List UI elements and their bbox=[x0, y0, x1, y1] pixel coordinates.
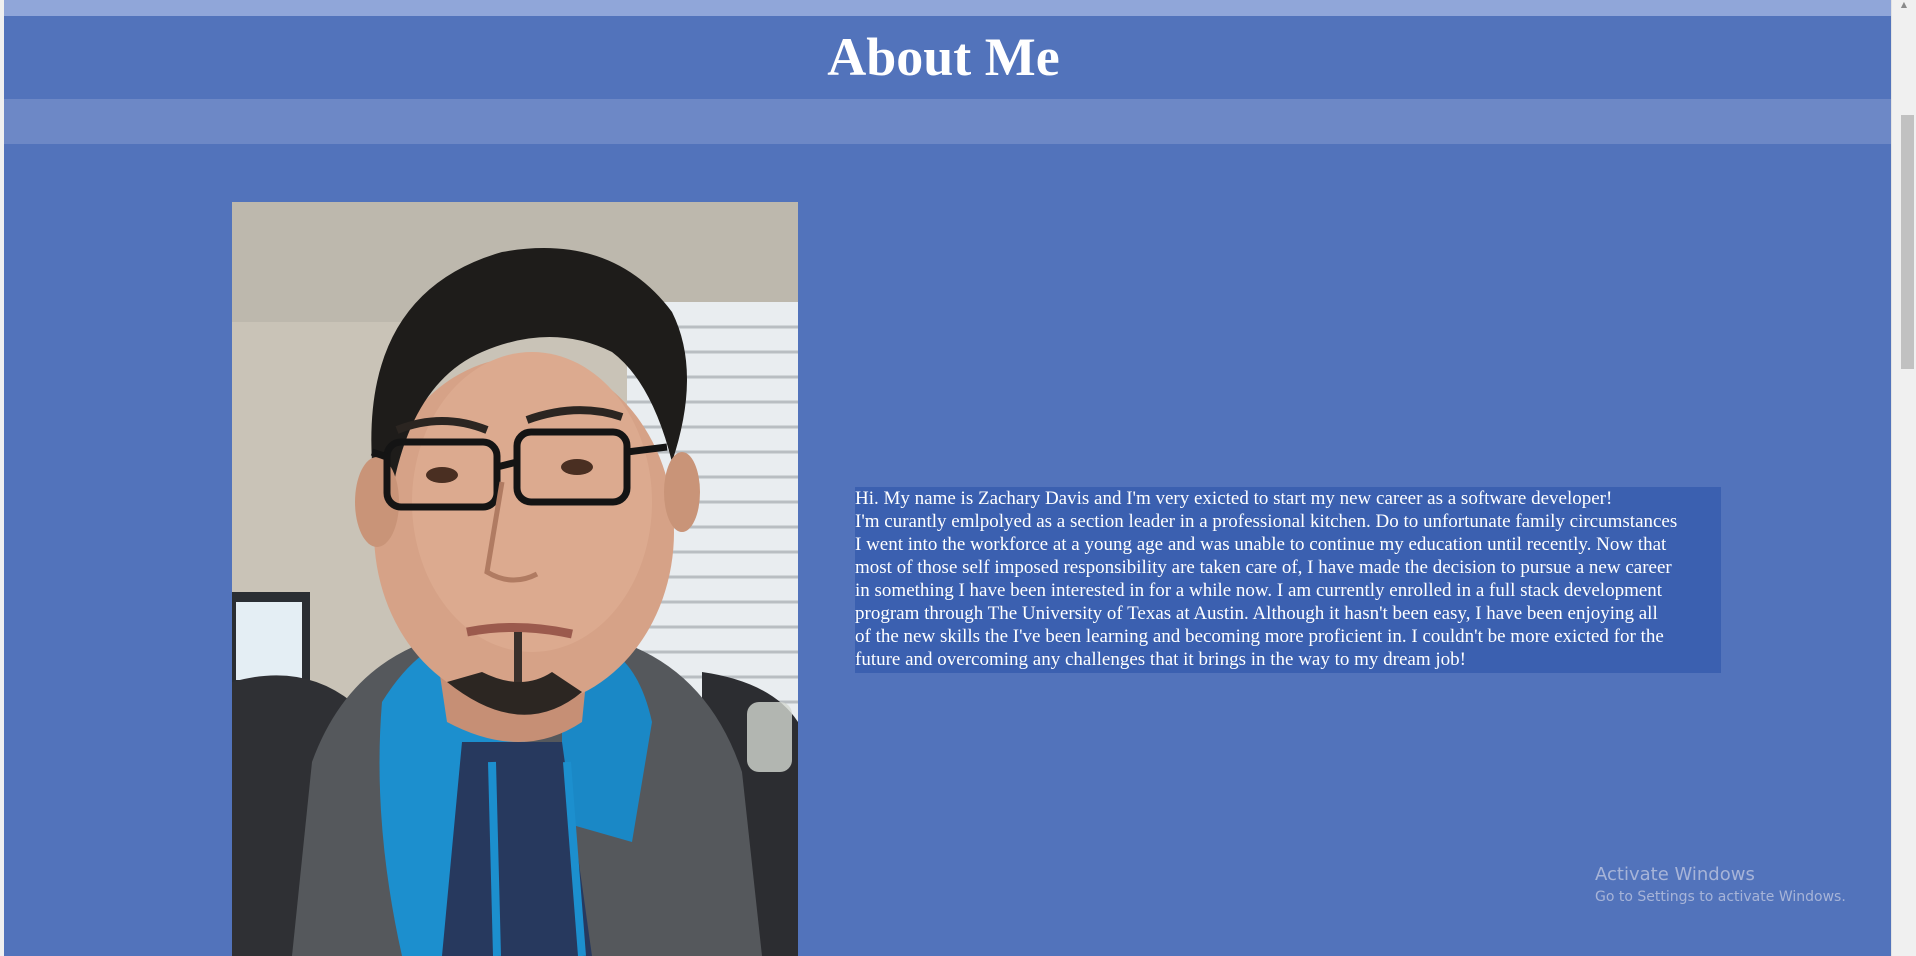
bio-line: I'm curantly emlpolyed as a section lead… bbox=[855, 511, 1678, 532]
bio-line: in something I have been interested in f… bbox=[855, 580, 1663, 601]
profile-photo bbox=[232, 202, 798, 956]
scroll-up-arrow-icon[interactable]: ▲ bbox=[1899, 0, 1909, 10]
vertical-scrollbar[interactable]: ▲ bbox=[1891, 0, 1916, 956]
bio-line: Hi. My name is Zachary Davis and I'm ver… bbox=[855, 488, 1613, 509]
bio-line: of the new skills the I've been learning… bbox=[855, 626, 1664, 647]
page-header: About Me bbox=[4, 16, 1891, 99]
bio-line: future and overcoming any challenges tha… bbox=[855, 649, 1466, 670]
page-title: About Me bbox=[827, 27, 1060, 87]
top-strip bbox=[4, 0, 1891, 16]
nav-band bbox=[4, 99, 1891, 144]
bio-text: Hi. My name is Zachary Davis and I'm ver… bbox=[855, 487, 1721, 673]
bio-line: most of those self imposed responsibilit… bbox=[855, 557, 1672, 578]
activate-windows-watermark: Activate Windows Go to Settings to activ… bbox=[1595, 863, 1846, 907]
bio-line: I went into the workforce at a young age… bbox=[855, 534, 1667, 555]
watermark-subtitle: Go to Settings to activate Windows. bbox=[1595, 889, 1846, 905]
bio-line: program through The University of Texas … bbox=[855, 603, 1658, 624]
browser-viewport: About Me Hi. My name is Zachary Davis an… bbox=[0, 0, 1916, 956]
scrollbar-thumb[interactable] bbox=[1901, 115, 1914, 369]
watermark-title: Activate Windows bbox=[1595, 864, 1755, 885]
